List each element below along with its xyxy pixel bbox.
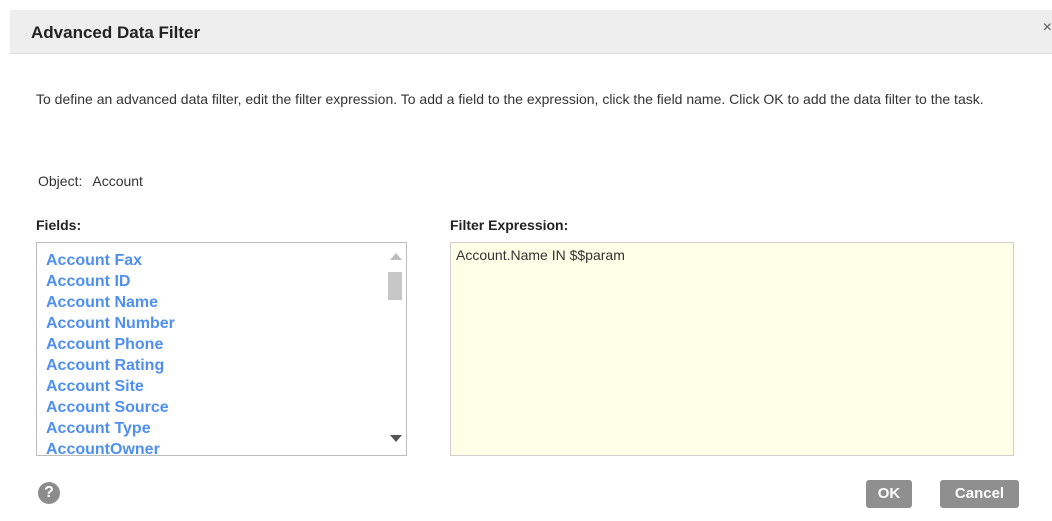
fields-list[interactable]: Account Fax Account ID Account Name Acco… (36, 242, 407, 456)
field-item[interactable]: AccountOwner (46, 439, 175, 455)
scroll-up-arrow-icon[interactable] (390, 253, 402, 260)
field-item[interactable]: Account ID (46, 271, 175, 292)
ok-button[interactable]: OK (866, 480, 912, 508)
field-item[interactable]: Account Site (46, 376, 175, 397)
object-row: Object: Account (38, 173, 143, 189)
filter-expression-input[interactable]: Account.Name IN $$param (450, 242, 1014, 456)
field-item[interactable]: Account Name (46, 292, 175, 313)
object-value: Account (92, 173, 143, 189)
help-icon[interactable]: ? (38, 482, 60, 504)
field-item[interactable]: Account Source (46, 397, 175, 418)
cancel-button[interactable]: Cancel (940, 480, 1019, 508)
fields-label: Fields: (36, 217, 82, 233)
field-item[interactable]: Account Phone (46, 334, 175, 355)
dialog-titlebar: Advanced Data Filter × (10, 10, 1052, 54)
field-item[interactable]: Account Number (46, 313, 175, 334)
field-item[interactable]: Account Fax (46, 250, 175, 271)
filter-expression-label: Filter Expression: (450, 217, 569, 233)
scroll-thumb[interactable] (388, 272, 402, 300)
field-item[interactable]: Account Rating (46, 355, 175, 376)
fields-scrollbar[interactable] (384, 243, 406, 455)
fields-items: Account Fax Account ID Account Name Acco… (46, 250, 175, 455)
instructions-text: To define an advanced data filter, edit … (36, 91, 984, 107)
close-icon[interactable]: × (1043, 20, 1052, 36)
dialog-title: Advanced Data Filter (31, 23, 201, 42)
field-item[interactable]: Account Type (46, 418, 175, 439)
object-label: Object: (38, 173, 83, 189)
scroll-down-arrow-icon[interactable] (390, 435, 402, 442)
